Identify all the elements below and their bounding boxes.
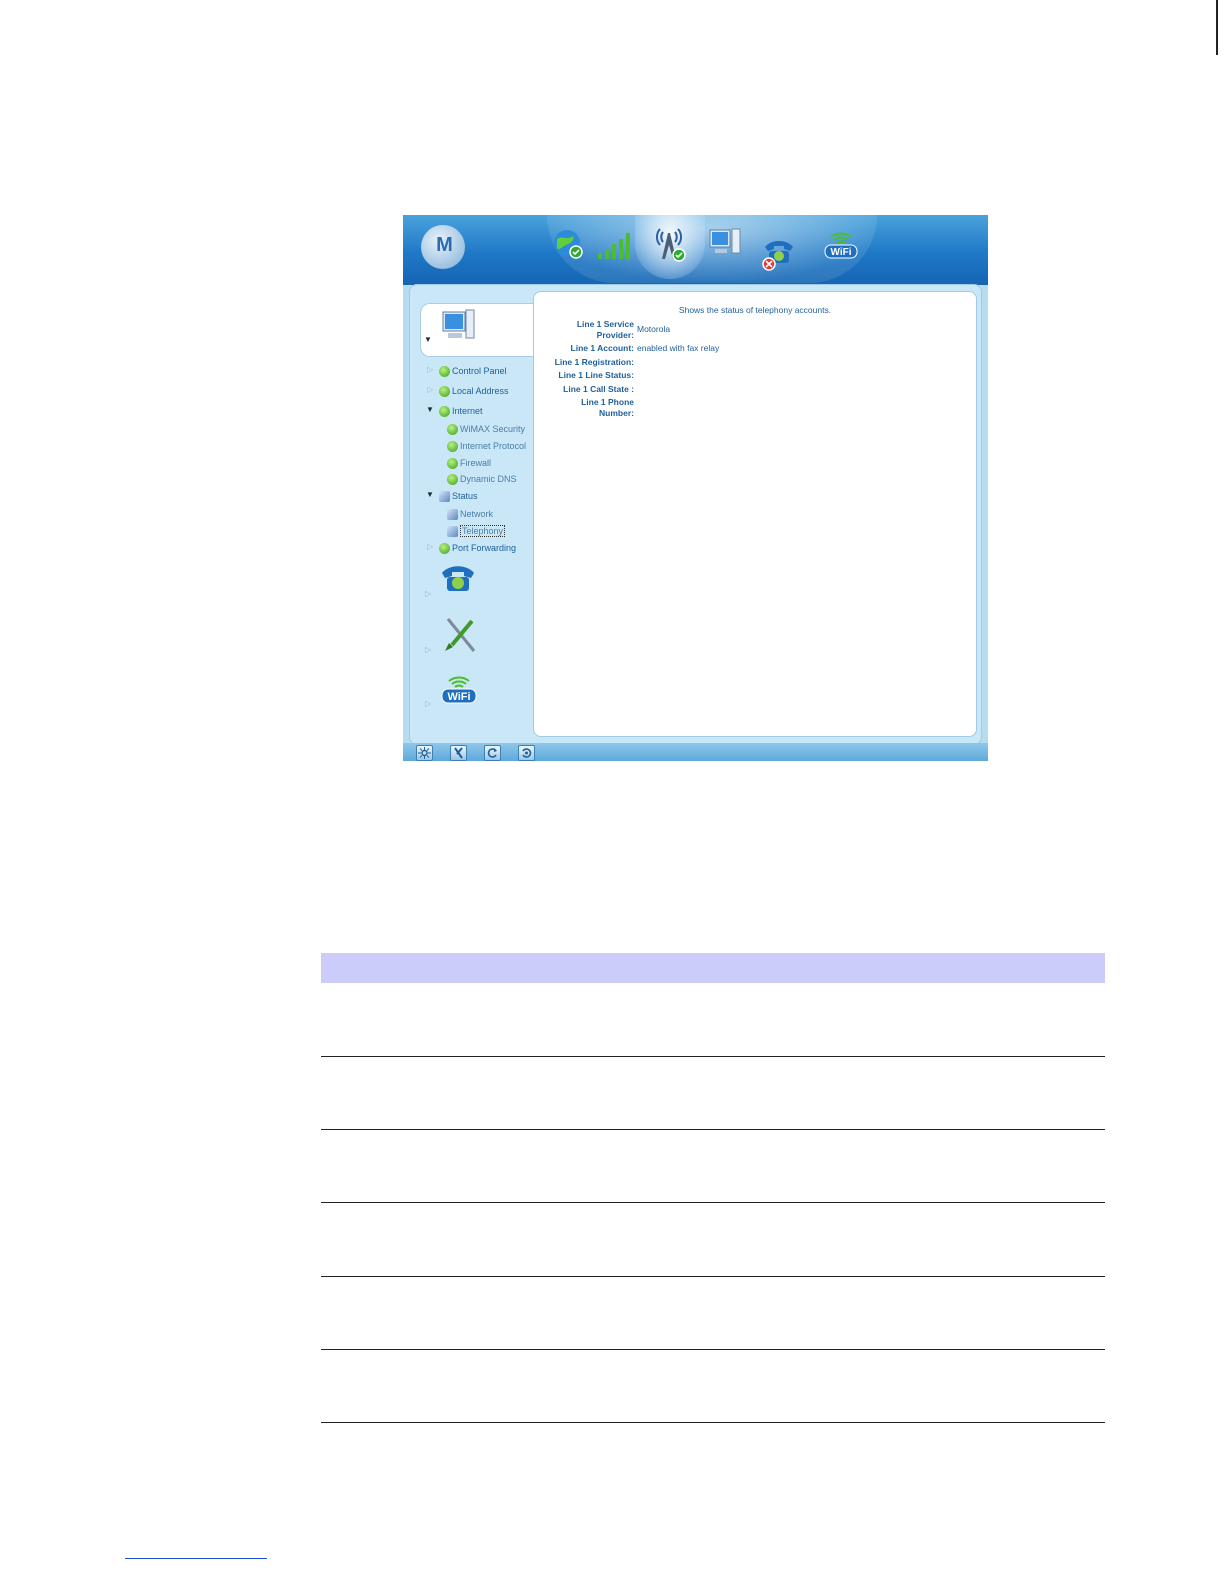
footnote-rule	[125, 1558, 267, 1559]
tree-collapser[interactable]: ▼	[426, 490, 434, 499]
tree-item-dynamic-dns[interactable]: Dynamic DNS	[447, 472, 517, 486]
wimax-tower-icon[interactable]	[649, 223, 689, 263]
field-label-service-provider: Line 1 Service Provider:	[576, 319, 634, 340]
table-row-rule	[321, 1422, 1105, 1423]
sidebar-section-selected[interactable]	[420, 303, 533, 357]
field-label-phone-number: Line 1 Phone Number:	[581, 397, 634, 418]
main-frame: ▼ ▷ Control Panel ▷ Local Address ▼ Inte…	[409, 284, 982, 745]
page-edge-rule	[1216, 0, 1218, 55]
refresh-button[interactable]	[484, 745, 501, 761]
tree-item-status[interactable]: Status	[439, 489, 478, 503]
header-bar: M WiFi	[403, 215, 988, 285]
gear-icon	[439, 542, 450, 554]
gear-icon	[439, 405, 450, 417]
tree-item-internet-protocol[interactable]: Internet Protocol	[447, 439, 526, 453]
page-caption: Shows the status of telephony accounts.	[678, 305, 832, 315]
wifi-icon[interactable]: WiFi	[438, 673, 480, 707]
network-icon	[447, 508, 458, 520]
tree-item-network[interactable]: Network	[447, 507, 493, 521]
network-icon	[447, 525, 458, 537]
field-label-line-status: Line 1 Line Status:	[558, 370, 634, 380]
gear-icon	[447, 473, 458, 485]
field-label-registration: Line 1 Registration:	[554, 357, 634, 367]
telephone-icon[interactable]	[761, 237, 797, 271]
section-expander[interactable]: ▷	[425, 699, 431, 708]
tree-item-control-panel[interactable]: Control Panel	[439, 364, 507, 378]
wifi-icon[interactable]: WiFi	[821, 229, 861, 261]
tree-item-port-forwarding[interactable]: Port Forwarding	[439, 541, 516, 555]
tree-expander[interactable]: ▷	[427, 542, 433, 551]
table-row-rule	[321, 1129, 1105, 1130]
table-row-rule	[321, 1056, 1105, 1057]
section-expander[interactable]: ▷	[425, 589, 431, 598]
motorola-logo: M	[421, 225, 465, 269]
field-label-account: Line 1 Account:	[570, 343, 634, 353]
tools-icon	[454, 747, 463, 759]
tree-item-local-address[interactable]: Local Address	[439, 384, 509, 398]
tree-item-firewall[interactable]: Firewall	[447, 456, 491, 470]
tree-collapser[interactable]: ▼	[426, 405, 434, 414]
table-row-rule	[321, 1202, 1105, 1203]
tree-item-wimax-security[interactable]: WiMAX Security	[447, 422, 525, 436]
tree-item-telephony[interactable]: Telephony	[447, 524, 506, 538]
field-value-account: enabled with fax relay	[637, 343, 720, 353]
table-header-row	[321, 953, 1105, 983]
bottom-toolbar	[403, 743, 988, 761]
refresh-icon	[487, 748, 497, 758]
gear-icon	[439, 365, 450, 377]
computer-icon[interactable]	[440, 308, 476, 344]
section-expander[interactable]: ▷	[425, 645, 431, 654]
field-label-call-state: Line 1 Call State :	[563, 384, 634, 394]
svg-text:WiFi: WiFi	[447, 691, 470, 703]
settings-button[interactable]	[416, 745, 433, 761]
computer-icon[interactable]	[707, 227, 743, 259]
gear-icon	[439, 385, 450, 397]
gear-icon	[447, 440, 458, 452]
tree-item-internet[interactable]: Internet	[439, 404, 483, 418]
field-value-service-provider: Motorola	[637, 324, 671, 334]
network-icon	[439, 490, 450, 502]
gear-icon	[447, 457, 458, 469]
router-web-ui-window: M WiFi ▼ ▷ Control Panel ▷ Local Address…	[403, 215, 988, 761]
section-expand-arrow[interactable]: ▼	[424, 335, 432, 344]
telephone-icon[interactable]	[438, 561, 478, 597]
tools-button[interactable]	[450, 745, 467, 761]
tree-expander[interactable]: ▷	[427, 385, 433, 394]
settings-icon	[418, 747, 431, 759]
content-panel: Shows the status of telephony accounts. …	[533, 291, 977, 737]
gear-icon	[447, 423, 458, 435]
reboot-icon	[522, 748, 532, 758]
sidebar: ▼ ▷ Control Panel ▷ Local Address ▼ Inte…	[410, 285, 533, 744]
internet-globe-icon[interactable]	[551, 227, 585, 261]
table-row-rule	[321, 1349, 1105, 1350]
svg-text:WiFi: WiFi	[830, 247, 851, 258]
tools-icon[interactable]	[440, 615, 480, 655]
signal-bars-icon[interactable]	[597, 231, 635, 261]
reboot-button[interactable]	[518, 745, 535, 761]
table-row-rule	[321, 1276, 1105, 1277]
tree-expander[interactable]: ▷	[427, 365, 433, 374]
